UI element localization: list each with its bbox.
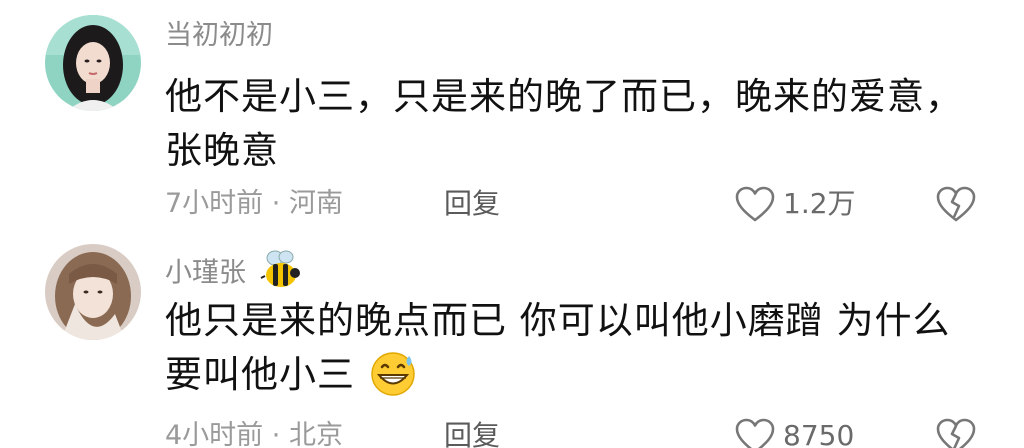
comment-meta: 4小时前 · 北京 xyxy=(165,418,343,448)
username[interactable]: 小瑾张 xyxy=(165,250,303,296)
comment-list: 当初初初 他不是小三，只是来的晚了而已，晚来的爱意，张晚意 7小时前 · 河南 … xyxy=(0,0,1024,448)
broken-heart-icon[interactable] xyxy=(934,184,978,224)
comment-time: 4小时前 xyxy=(165,420,264,448)
grinning-sweat-emoji-icon xyxy=(371,351,415,396)
like-button[interactable]: 8750 xyxy=(733,416,854,448)
comment-location: 北京 xyxy=(288,420,343,448)
username[interactable]: 当初初初 xyxy=(165,19,273,53)
like-button[interactable]: 1.2万 xyxy=(733,184,856,224)
comment-item: 小瑾张 他只是来的晚点而已 你可以叫他小磨蹭 为什么要叫他小三 4小时前 · 北… xyxy=(0,236,1024,448)
comment-item: 当初初初 他不是小三，只是来的晚了而已，晚来的爱意，张晚意 7小时前 · 河南 … xyxy=(0,0,1024,236)
comment-text-body: 他只是来的晚点而已 你可以叫他小磨蹭 为什么要叫他小三 xyxy=(165,299,951,396)
heart-icon xyxy=(735,418,775,448)
comment-text: 他不是小三，只是来的晚了而已，晚来的爱意，张晚意 xyxy=(165,75,963,172)
meta-separator: · xyxy=(271,188,281,219)
comment-meta: 7小时前 · 河南 xyxy=(165,186,343,222)
like-count: 8750 xyxy=(783,419,855,448)
comment-location: 河南 xyxy=(288,188,343,219)
comment-time: 7小时前 xyxy=(165,188,264,219)
bee-icon xyxy=(260,250,300,287)
heart-icon xyxy=(735,186,775,222)
broken-heart-icon[interactable] xyxy=(934,416,978,448)
like-count: 1.2万 xyxy=(783,187,856,220)
meta-separator: · xyxy=(271,420,281,448)
reply-button[interactable]: 回复 xyxy=(444,186,500,222)
username-text: 小瑾张 xyxy=(165,257,246,289)
comment-text: 他只是来的晚点而已 你可以叫他小磨蹭 为什么要叫他小三 xyxy=(165,294,965,402)
reply-button[interactable]: 回复 xyxy=(444,418,500,448)
avatar[interactable] xyxy=(45,15,141,111)
avatar[interactable] xyxy=(45,244,141,340)
